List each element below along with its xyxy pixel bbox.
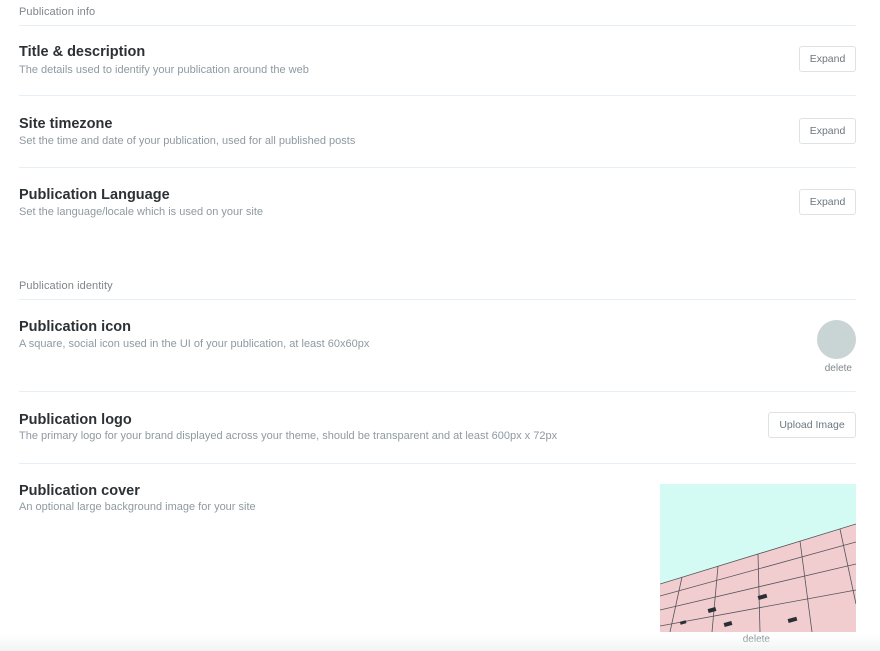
row-description: Set the time and date of your publicatio…: [19, 135, 356, 147]
section-header-info: Publication info: [19, 6, 856, 26]
row-description: Set the language/locale which is used on…: [19, 206, 263, 218]
row-description: The details used to identify your public…: [19, 64, 309, 76]
cover-image[interactable]: [660, 484, 856, 632]
row-description: A square, social icon used in the UI of …: [19, 338, 370, 350]
row-title: Site timezone: [19, 116, 113, 132]
setting-row-publication-logo: Publication logo The primary logo for yo…: [19, 392, 856, 464]
expand-button-title-description[interactable]: Expand: [799, 46, 856, 72]
row-title: Publication Language: [19, 187, 170, 203]
row-title: Publication icon: [19, 319, 131, 335]
delete-icon-link[interactable]: delete: [825, 363, 852, 374]
cover-building-image: [660, 484, 856, 632]
row-description: The primary logo for your brand displaye…: [19, 430, 558, 442]
row-title: Title & description: [19, 44, 146, 60]
row-title: Publication logo: [19, 412, 132, 428]
bottom-fade: [0, 635, 880, 651]
publication-icon-image[interactable]: [817, 320, 856, 359]
expand-button-publication-language[interactable]: Expand: [799, 189, 856, 215]
setting-row-publication-icon: Publication icon A square, social icon u…: [19, 299, 856, 392]
setting-row-publication-language: Publication Language Set the language/lo…: [19, 168, 856, 239]
upload-image-button[interactable]: Upload Image: [768, 412, 856, 438]
row-description: An optional large background image for y…: [19, 501, 256, 513]
setting-row-title-description: Title & description The details used to …: [19, 24, 856, 96]
expand-button-site-timezone[interactable]: Expand: [799, 118, 856, 144]
setting-row-site-timezone: Site timezone Set the time and date of y…: [19, 96, 856, 168]
row-title: Publication cover: [19, 483, 140, 499]
section-header-identity: Publication identity: [19, 280, 856, 300]
